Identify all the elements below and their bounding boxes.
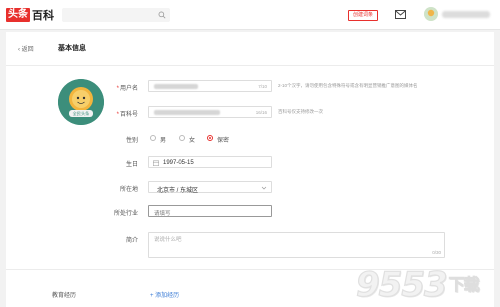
top-bar: 头条 百科 创建词条 xyxy=(0,0,500,30)
site-watermark: 9553 下载 xyxy=(355,265,480,305)
gender-secret-label: 保密 xyxy=(217,137,230,144)
baike-id-counter: 16/16 xyxy=(255,110,267,115)
chevron-down-icon xyxy=(261,186,267,190)
industry-input[interactable]: 请填写 xyxy=(148,205,272,217)
search-input[interactable] xyxy=(62,8,170,22)
baike-id-field[interactable]: 16/16 xyxy=(148,106,272,118)
username-label: *用户名 xyxy=(116,86,138,92)
logo-baike: 百科 xyxy=(32,10,54,22)
back-link[interactable]: ‹ 返回 xyxy=(18,44,34,53)
user-avatar[interactable] xyxy=(424,7,438,21)
birthday-value: 1997-05-15 xyxy=(163,159,194,166)
create-entry-button[interactable]: 创建词条 xyxy=(348,10,378,21)
location-select[interactable]: 北京市 / 东城区 xyxy=(148,181,272,194)
avatar-caption: 全民头条 xyxy=(73,110,91,117)
logo[interactable]: 头条 百科 xyxy=(6,7,54,23)
username-blurred-value xyxy=(154,84,198,89)
bio-label: 简介 xyxy=(125,238,138,244)
page-title: 基本信息 xyxy=(58,45,86,52)
gender-secret-radio[interactable] xyxy=(207,135,213,141)
add-education-link[interactable]: + 添加经历 xyxy=(150,290,179,299)
bio-textarea[interactable]: 说说什么吧 0/30 xyxy=(148,232,445,258)
baike-id-label: *百科号 xyxy=(116,112,138,118)
calendar-icon xyxy=(153,160,159,166)
username-field[interactable]: 7/10 xyxy=(148,80,272,92)
logo-toutiao: 头条 xyxy=(6,8,30,22)
search-icon[interactable] xyxy=(158,11,166,19)
back-label: 返回 xyxy=(21,47,34,53)
username-hint: 2-10个汉字，请勿使用包含特殊符号或含有明显营销推广意图的媒体名 xyxy=(278,83,418,88)
gender-female-radio[interactable] xyxy=(179,135,185,141)
baike-id-blurred-value xyxy=(154,110,220,115)
bio-counter: 0/30 xyxy=(432,250,441,255)
gender-male-radio[interactable] xyxy=(150,135,156,141)
birthday-label: 生日 xyxy=(125,162,138,168)
gender-label: 性别 xyxy=(125,138,138,144)
birthday-picker[interactable]: 1997-05-15 xyxy=(148,156,272,168)
mail-icon[interactable] xyxy=(395,10,406,19)
username-counter: 7/10 xyxy=(258,84,267,89)
bio-placeholder: 说说什么吧 xyxy=(154,237,182,243)
gender-female-label: 女 xyxy=(189,137,196,144)
industry-label: 所处行业 xyxy=(113,211,138,217)
baike-id-hint: 百科号仅支持修改一次 xyxy=(278,109,323,114)
username-blurred[interactable] xyxy=(442,11,490,18)
page-header: ‹ 返回 基本信息 xyxy=(6,32,494,66)
education-label: 教育经历 xyxy=(52,293,77,299)
location-label: 所在地 xyxy=(119,187,138,193)
location-value: 北京市 / 东城区 xyxy=(157,187,199,194)
gender-male-label: 男 xyxy=(160,137,167,144)
industry-placeholder: 请填写 xyxy=(154,210,171,217)
